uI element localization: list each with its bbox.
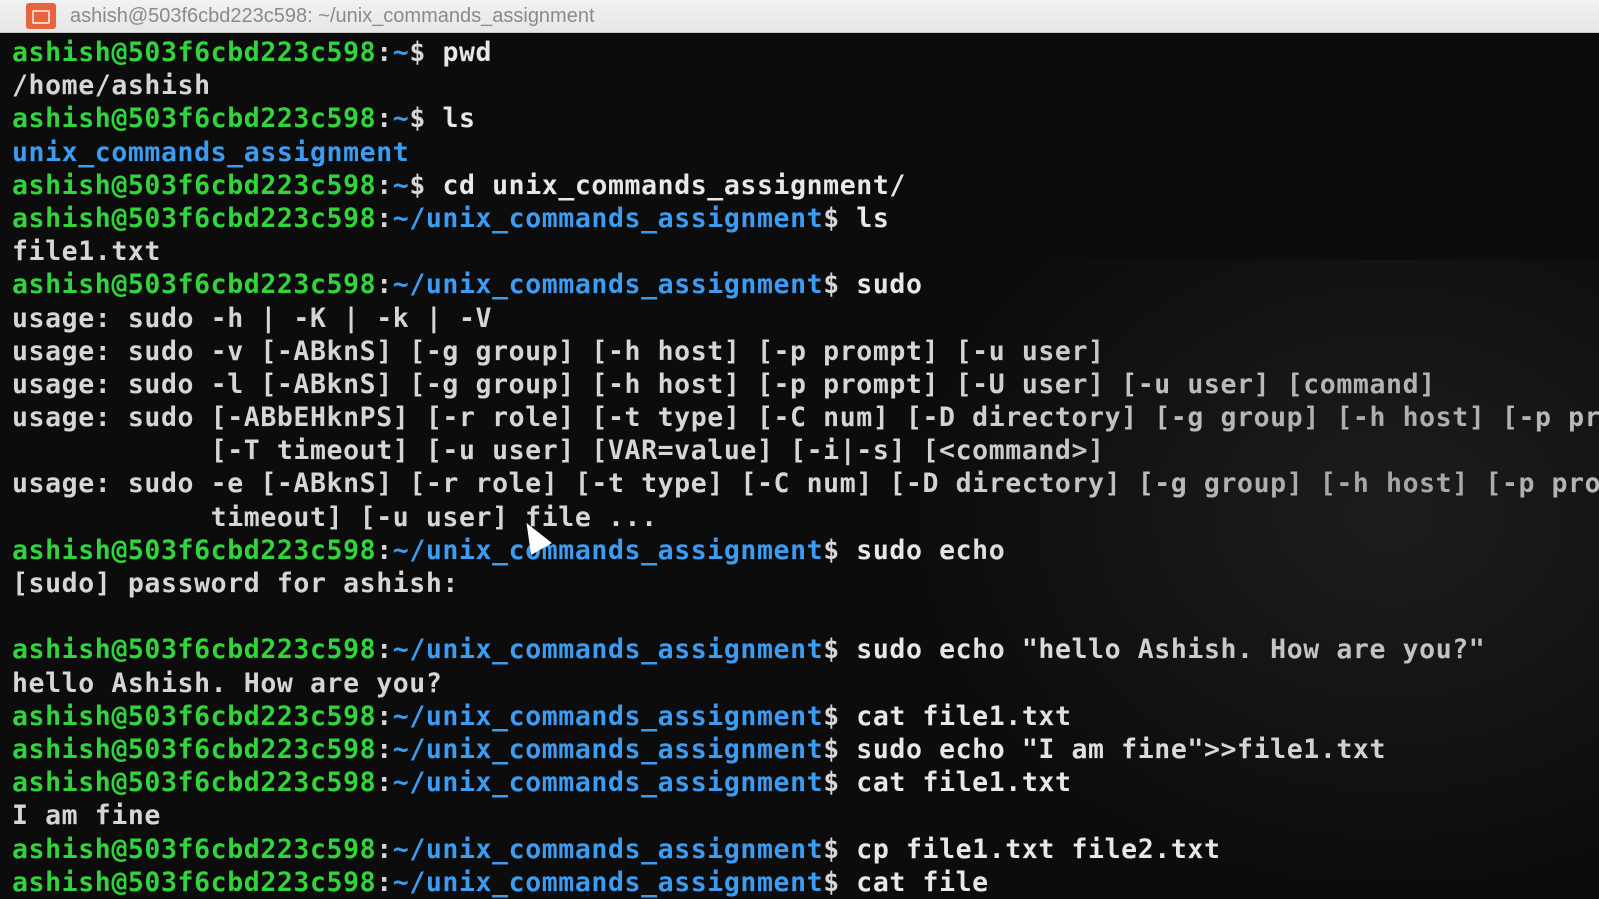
prompt-separator: : bbox=[376, 534, 393, 566]
prompt-separator: : bbox=[376, 733, 393, 765]
prompt-line: ashish@503f6cbd223c598:~$ cd unix_comman… bbox=[12, 169, 1599, 202]
prompt-user-host: ashish@503f6cbd223c598 bbox=[12, 169, 377, 201]
output-line: [-T timeout] [-u user] [VAR=value] [-i|-… bbox=[12, 435, 1105, 467]
prompt-path: ~/unix_commands_assignment bbox=[392, 767, 824, 799]
command-text: pwd bbox=[442, 37, 493, 68]
output-line: usage: sudo -h | -K | -k | -V bbox=[12, 302, 493, 334]
title-bar[interactable]: ashish@503f6cbd223c598: ~/unix_commands_… bbox=[0, 0, 1599, 33]
output-line: timeout] [-u user] file ... bbox=[12, 501, 658, 533]
window-title: ashish@503f6cbd223c598: ~/unix_commands_… bbox=[70, 4, 595, 27]
prompt-separator: : bbox=[376, 202, 393, 234]
prompt-path: ~/unix_commands_assignment bbox=[392, 534, 824, 566]
directory-listing: unix_commands_assignment bbox=[12, 136, 410, 168]
prompt-path: ~/unix_commands_assignment bbox=[392, 733, 824, 765]
prompt-path: ~ bbox=[392, 103, 410, 135]
prompt-line: ashish@503f6cbd223c598:~/unix_commands_a… bbox=[12, 534, 1599, 567]
command-text: sudo echo "I am fine">>file1.txt bbox=[856, 733, 1387, 765]
output-line: usage: sudo -l [-ABknS] [-g group] [-h h… bbox=[12, 368, 1436, 400]
command-text: sudo echo bbox=[856, 534, 1006, 566]
prompt-separator: : bbox=[376, 833, 393, 865]
prompt-line: ashish@503f6cbd223c598:~$ pwd bbox=[12, 36, 1599, 69]
command-text: ls bbox=[856, 202, 890, 234]
prompt-line: ashish@503f6cbd223c598:~/unix_commands_a… bbox=[12, 766, 1599, 799]
prompt-user-host: ashish@503f6cbd223c598 bbox=[12, 202, 377, 234]
output-line: /home/ashish bbox=[12, 70, 211, 102]
prompt-path: ~/unix_commands_assignment bbox=[392, 269, 824, 301]
output-line: usage: sudo -e [-ABknS] [-r role] [-t ty… bbox=[12, 468, 1599, 500]
prompt-separator: : bbox=[376, 700, 393, 732]
prompt-line: ashish@503f6cbd223c598:~/unix_commands_a… bbox=[12, 833, 1599, 866]
command-text: cat file bbox=[856, 866, 989, 898]
command-text: cp file1.txt file2.txt bbox=[856, 833, 1221, 865]
prompt-separator: : bbox=[376, 269, 393, 301]
command-text: ls bbox=[442, 103, 476, 135]
command-text: cat file1.txt bbox=[856, 700, 1072, 732]
prompt-line: ashish@503f6cbd223c598:~/unix_commands_a… bbox=[12, 733, 1599, 766]
prompt-line: ashish@503f6cbd223c598:~/unix_commands_a… bbox=[12, 633, 1599, 666]
prompt-user-host: ashish@503f6cbd223c598 bbox=[12, 833, 377, 865]
prompt-line: ashish@503f6cbd223c598:~/unix_commands_a… bbox=[12, 866, 1599, 899]
prompt-user-host: ashish@503f6cbd223c598 bbox=[12, 534, 377, 566]
prompt-symbol: $ bbox=[823, 833, 857, 865]
prompt-line: ashish@503f6cbd223c598:~/unix_commands_a… bbox=[12, 268, 1599, 301]
prompt-symbol: $ bbox=[409, 103, 443, 135]
prompt-separator: : bbox=[376, 169, 393, 201]
output-line: usage: sudo -v [-ABknS] [-g group] [-h h… bbox=[12, 335, 1105, 367]
command-text: cat file1.txt bbox=[856, 767, 1072, 799]
prompt-separator: : bbox=[376, 767, 393, 799]
prompt-user-host: ashish@503f6cbd223c598 bbox=[12, 733, 377, 765]
prompt-user-host: ashish@503f6cbd223c598 bbox=[12, 767, 377, 799]
prompt-symbol: $ bbox=[823, 202, 857, 234]
prompt-symbol: $ bbox=[823, 700, 857, 732]
prompt-separator: : bbox=[376, 866, 393, 898]
prompt-separator: : bbox=[376, 103, 393, 135]
output-line: I am fine bbox=[12, 800, 161, 832]
prompt-user-host: ashish@503f6cbd223c598 bbox=[12, 103, 377, 135]
prompt-line: ashish@503f6cbd223c598:~/unix_commands_a… bbox=[12, 700, 1599, 733]
prompt-user-host: ashish@503f6cbd223c598 bbox=[12, 634, 377, 666]
command-text: cd unix_commands_assignment/ bbox=[442, 169, 906, 201]
prompt-path: ~ bbox=[392, 169, 410, 201]
prompt-symbol: $ bbox=[409, 37, 443, 68]
prompt-symbol: $ bbox=[823, 634, 857, 666]
prompt-symbol: $ bbox=[409, 169, 443, 201]
prompt-separator: : bbox=[376, 37, 393, 68]
prompt-path: ~/unix_commands_assignment bbox=[392, 634, 824, 666]
prompt-symbol: $ bbox=[823, 767, 857, 799]
prompt-symbol: $ bbox=[823, 269, 857, 301]
prompt-line: ashish@503f6cbd223c598:~/unix_commands_a… bbox=[12, 202, 1599, 235]
output-line: usage: sudo [-ABbEHknPS] [-r role] [-t t… bbox=[12, 402, 1599, 434]
prompt-path: ~/unix_commands_assignment bbox=[392, 700, 824, 732]
terminal-output[interactable]: ashish@503f6cbd223c598:~$ pwd /home/ashi… bbox=[0, 36, 1599, 899]
output-line: file1.txt bbox=[12, 236, 161, 268]
output-line: [sudo] password for ashish: bbox=[12, 568, 459, 599]
terminal-window[interactable]: ashish@503f6cbd223c598: ~/unix_commands_… bbox=[0, 0, 1599, 899]
prompt-path: ~ bbox=[392, 37, 410, 68]
prompt-user-host: ashish@503f6cbd223c598 bbox=[12, 269, 377, 301]
prompt-line: ashish@503f6cbd223c598:~$ ls bbox=[12, 102, 1599, 135]
prompt-path: ~/unix_commands_assignment bbox=[392, 833, 824, 865]
prompt-symbol: $ bbox=[823, 866, 857, 898]
prompt-symbol: $ bbox=[823, 733, 857, 765]
prompt-separator: : bbox=[376, 634, 393, 666]
prompt-user-host: ashish@503f6cbd223c598 bbox=[12, 866, 377, 898]
prompt-path: ~/unix_commands_assignment bbox=[392, 866, 824, 898]
command-text: sudo bbox=[856, 269, 923, 301]
command-text: sudo echo "hello Ashish. How are you?" bbox=[856, 634, 1486, 666]
prompt-user-host: ashish@503f6cbd223c598 bbox=[12, 37, 377, 68]
prompt-symbol: $ bbox=[823, 534, 857, 566]
terminal-app-icon bbox=[26, 3, 56, 29]
output-line: hello Ashish. How are you? bbox=[12, 667, 443, 699]
prompt-path: ~/unix_commands_assignment bbox=[392, 202, 824, 234]
prompt-user-host: ashish@503f6cbd223c598 bbox=[12, 700, 377, 732]
